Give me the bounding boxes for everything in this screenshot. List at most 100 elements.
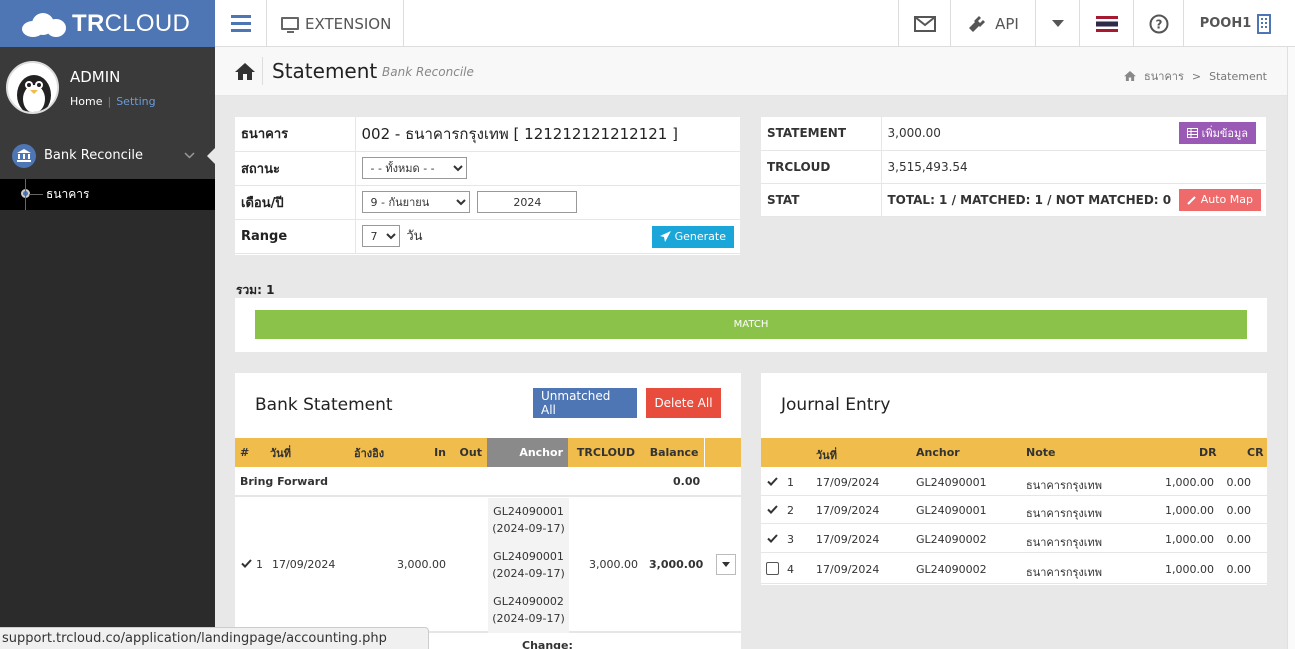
col-in: In xyxy=(411,438,451,467)
mail-button[interactable] xyxy=(898,0,950,47)
journal-header: วันที่ Anchor Note DR CR xyxy=(761,438,1267,467)
bring-forward-row: Bring Forward 0.00 xyxy=(235,467,741,497)
row-anchor: GL24090002 xyxy=(916,533,987,546)
col-date: วันที่ xyxy=(265,438,349,467)
breadcrumb-separator: > xyxy=(1191,69,1202,83)
user-button[interactable]: POOH1 xyxy=(1183,0,1287,47)
cloud-icon xyxy=(22,11,68,37)
col-note: Note xyxy=(1026,446,1056,459)
range-select[interactable]: 7 xyxy=(361,225,400,248)
bring-forward-balance: 0.00 xyxy=(673,475,701,488)
auto-map-label: Auto Map xyxy=(1200,193,1253,206)
row-note: ธนาคารกรุงเทพ xyxy=(1026,479,1103,492)
home-icon[interactable] xyxy=(235,63,255,80)
row-date: 17/09/2024 xyxy=(816,476,880,489)
hamburger-menu-icon[interactable] xyxy=(215,0,267,47)
generate-button[interactable]: Generate xyxy=(651,225,734,248)
row-cr: 0.00 xyxy=(1226,563,1252,576)
row-note: ธนาคารกรุงเทพ xyxy=(1026,536,1103,549)
add-data-label: เพิ่มข้อมูล xyxy=(1201,127,1248,140)
row-note: ธนาคารกรุงเทพ xyxy=(1026,507,1103,520)
row-cr: 0.00 xyxy=(1226,476,1252,489)
home-link[interactable]: Home xyxy=(70,95,102,108)
sidebar-sub-label: ธนาคาร xyxy=(46,187,90,201)
home-icon[interactable] xyxy=(1124,71,1136,81)
user-label: POOH1 xyxy=(1199,16,1252,31)
month-label: เดือน/ปี xyxy=(235,185,356,220)
row-dr: 1,000.00 xyxy=(1165,563,1214,576)
stat-label: STAT xyxy=(761,183,882,217)
add-data-button[interactable]: เพิ่มข้อมูล xyxy=(1178,122,1256,144)
status-label: สถานะ xyxy=(235,151,356,186)
row-dr: 1,000.00 xyxy=(1165,533,1214,546)
anchor-code[interactable]: GL24090002 xyxy=(488,593,569,610)
page-title: Statement xyxy=(272,59,378,83)
extension-button[interactable]: EXTENSION xyxy=(267,0,404,47)
row-index: 4 xyxy=(787,563,794,576)
building-icon xyxy=(1257,13,1272,34)
breadcrumb-bank[interactable]: ธนาคาร xyxy=(1144,67,1184,85)
dropdown-button[interactable] xyxy=(1035,0,1079,47)
bank-statement-title: Bank Statement xyxy=(255,395,393,415)
check-icon xyxy=(767,505,778,514)
year-input[interactable] xyxy=(477,191,578,213)
auto-map-button[interactable]: Auto Map xyxy=(1178,188,1261,211)
row-cr: 0.00 xyxy=(1226,504,1252,517)
journal-row[interactable]: 2 17/09/2024 GL24090001 ธนาคารกรุงเทพ 1,000.… xyxy=(761,496,1267,524)
anchor-code[interactable]: GL24090001 xyxy=(488,503,569,520)
journal-row[interactable]: 3 17/09/2024 GL24090002 ธนาคารกรุงเทพ 1,000.… xyxy=(761,524,1267,553)
status-select[interactable]: - - ทั้งหมด - - xyxy=(361,157,467,179)
col-out: Out xyxy=(451,438,487,467)
caret-down-icon xyxy=(1051,19,1064,27)
col-anchor: Anchor xyxy=(916,446,960,459)
unmatched-all-button[interactable]: Unmatched All xyxy=(533,388,637,418)
row-action-dropdown[interactable] xyxy=(716,554,736,575)
delete-all-button[interactable]: Delete All xyxy=(646,388,721,418)
journal-row[interactable]: 4 17/09/2024 GL24090002 ธนาคารกรุงเทพ 1,000.… xyxy=(761,553,1267,584)
row-checkbox[interactable] xyxy=(766,562,779,575)
sidebar-item-bank-reconcile[interactable]: Bank Reconcile xyxy=(0,132,215,179)
sidebar-item-bank[interactable]: ธนาคาร xyxy=(0,179,215,210)
row-trcloud: 3,000.00 xyxy=(589,558,638,571)
check-icon xyxy=(241,559,252,568)
match-bar[interactable]: MATCH xyxy=(255,310,1247,339)
user-name: ADMIN xyxy=(70,68,121,86)
language-button[interactable] xyxy=(1079,0,1133,47)
help-button[interactable]: ? xyxy=(1133,0,1183,47)
row-in: 3,000.00 xyxy=(397,558,446,571)
setting-link[interactable]: Setting xyxy=(116,95,155,108)
range-label: Range xyxy=(235,219,356,254)
next-row-label: Change: xyxy=(522,639,573,649)
row-note: ธนาคารกรุงเทพ xyxy=(1026,566,1103,579)
logo[interactable]: TRCLOUD xyxy=(0,0,215,47)
col-index: # xyxy=(235,438,265,467)
row-index: 1 xyxy=(787,476,794,489)
row-anchor: GL24090002 xyxy=(916,563,987,576)
anchor-date: (2024-09-17) xyxy=(492,567,565,580)
col-anchor: Anchor xyxy=(487,438,568,467)
breadcrumb-statement: Statement xyxy=(1209,69,1267,83)
profile-panel: ADMIN Home | Setting xyxy=(0,47,215,132)
month-select[interactable]: 9 - กันยายน xyxy=(361,191,470,213)
api-button[interactable]: API xyxy=(950,0,1035,47)
col-trcloud: TRCLOUD xyxy=(568,438,640,467)
check-icon xyxy=(767,534,778,543)
paper-plane-icon xyxy=(659,231,671,242)
sidebar-item-label: Bank Reconcile xyxy=(44,148,143,163)
trcloud-label: TRCLOUD xyxy=(761,150,882,184)
table-row[interactable]: 1 17/09/2024 3,000.00 GL24090001 (2024-0… xyxy=(235,498,741,633)
statement-value: 3,000.00 xyxy=(887,126,941,141)
stats-panel: STATEMENT 3,000.00 เพิ่มข้อมูล TRCLOUD 3… xyxy=(761,117,1266,217)
api-label: API xyxy=(995,14,1019,33)
row-date: 17/09/2024 xyxy=(816,563,880,576)
row-index: 3 xyxy=(787,533,794,546)
anchor-code[interactable]: GL24090001 xyxy=(488,548,569,565)
extension-label: EXTENSION xyxy=(305,14,392,33)
journal-row[interactable]: 1 17/09/2024 GL24090001 ธนาคารกรุงเทพ 1,000.… xyxy=(761,467,1267,496)
scrollbar[interactable] xyxy=(1287,47,1295,649)
row-dr: 1,000.00 xyxy=(1165,504,1214,517)
plug-icon xyxy=(969,15,986,32)
sidebar: ADMIN Home | Setting Bank Reconcile ธนาค… xyxy=(0,47,215,649)
bring-forward-label: Bring Forward xyxy=(240,475,329,488)
page-subtitle: Bank Reconcile xyxy=(382,65,474,79)
